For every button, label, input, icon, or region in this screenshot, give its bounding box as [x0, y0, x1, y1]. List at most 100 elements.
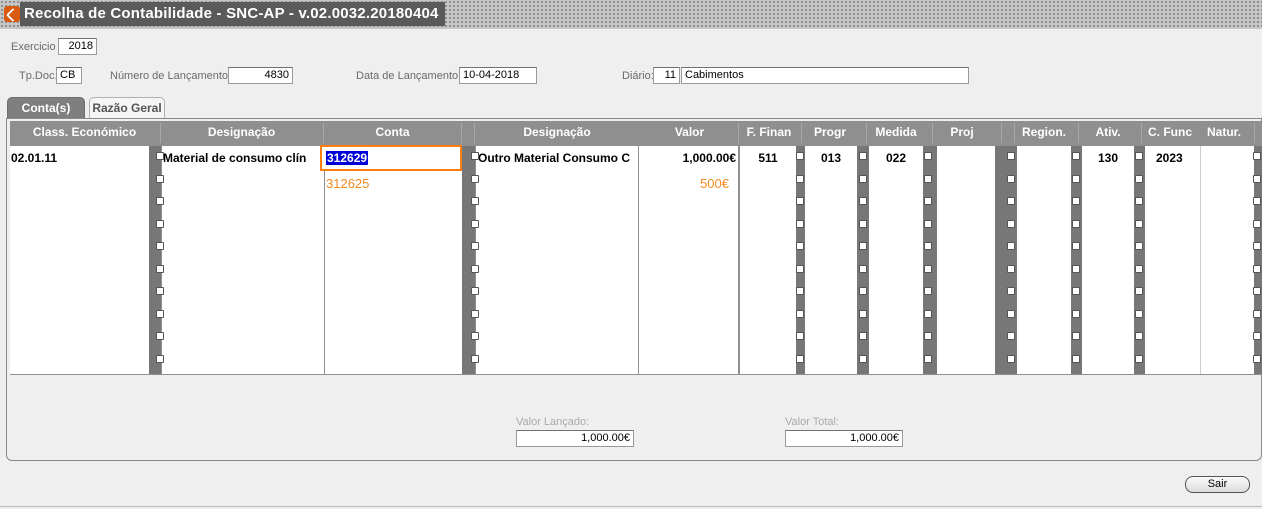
row-checkbox[interactable] [1007, 332, 1015, 340]
row-checkbox[interactable] [1253, 354, 1261, 363]
row-checkbox[interactable] [924, 219, 932, 228]
row-checkbox[interactable] [1072, 152, 1080, 160]
cell-designacao-2[interactable]: Outro Material Consumo C [478, 151, 636, 165]
diario-code-field[interactable]: 11 [653, 67, 680, 84]
row-checkbox[interactable] [924, 332, 932, 340]
row-checkbox[interactable] [796, 264, 804, 273]
row-checkbox[interactable] [1135, 219, 1143, 228]
row-checkbox[interactable] [156, 287, 164, 295]
row-checkbox[interactable] [1253, 242, 1261, 250]
row-checkbox[interactable] [1135, 264, 1143, 273]
row-checkbox[interactable] [859, 287, 867, 295]
row-checkbox[interactable] [924, 174, 932, 183]
row-checkbox[interactable] [1072, 174, 1080, 183]
row-checkbox[interactable] [471, 264, 479, 273]
row-checkbox[interactable] [156, 219, 164, 228]
row-checkbox[interactable] [859, 332, 867, 340]
cell-valor[interactable]: 1,000.00€ [641, 151, 736, 165]
row-checkbox[interactable] [471, 219, 479, 228]
row-checkbox[interactable] [1072, 242, 1080, 250]
col-designacao[interactable] [162, 146, 462, 374]
cell-designacao[interactable]: Material de consumo clín [163, 151, 321, 165]
row-checkbox[interactable] [1072, 309, 1080, 318]
row-checkbox[interactable] [471, 309, 479, 318]
row-checkbox[interactable] [796, 287, 804, 295]
col-designacao-2[interactable] [476, 146, 738, 374]
row-checkbox[interactable] [471, 152, 479, 160]
row-checkbox[interactable] [1072, 332, 1080, 340]
row-checkbox[interactable] [1072, 219, 1080, 228]
row-checkbox[interactable] [796, 332, 804, 340]
row-checkbox[interactable] [924, 197, 932, 205]
row-checkbox[interactable] [924, 309, 932, 318]
row-checkbox[interactable] [859, 264, 867, 273]
row-checkbox[interactable] [1007, 219, 1015, 228]
cell-medida[interactable]: 022 [869, 151, 923, 165]
cell-ativ[interactable]: 130 [1082, 151, 1134, 165]
row-checkbox[interactable] [1135, 287, 1143, 295]
row-checkbox[interactable] [796, 152, 804, 160]
row-checkbox[interactable] [1253, 287, 1261, 295]
row-checkbox[interactable] [796, 219, 804, 228]
row-checkbox[interactable] [156, 332, 164, 340]
row-checkbox[interactable] [796, 309, 804, 318]
row-checkbox[interactable] [1135, 152, 1143, 160]
row-checkbox[interactable] [924, 354, 932, 363]
row-checkbox[interactable] [1007, 287, 1015, 295]
conta-input-selected[interactable]: 312629 [320, 145, 462, 171]
row-checkbox[interactable] [1007, 174, 1015, 183]
row-checkbox[interactable] [1007, 197, 1015, 205]
row-checkbox[interactable] [156, 197, 164, 205]
row-checkbox[interactable] [156, 264, 164, 273]
row-checkbox[interactable] [1072, 197, 1080, 205]
row-checkbox[interactable] [1007, 354, 1015, 363]
row-checkbox[interactable] [796, 354, 804, 363]
row-checkbox[interactable] [796, 174, 804, 183]
row-checkbox[interactable] [796, 197, 804, 205]
row-checkbox[interactable] [1135, 242, 1143, 250]
row-checkbox[interactable] [1072, 354, 1080, 363]
col-proj[interactable] [937, 146, 995, 374]
row-checkbox[interactable] [156, 152, 164, 160]
row-checkbox[interactable] [1007, 152, 1015, 160]
row-checkbox[interactable] [1253, 197, 1261, 205]
data-field[interactable]: 10-04-2018 [459, 67, 537, 84]
row-checkbox[interactable] [1253, 309, 1261, 318]
row-checkbox[interactable] [471, 354, 479, 363]
cell-progr[interactable]: 013 [805, 151, 857, 165]
sair-button[interactable]: Sair [1185, 476, 1250, 493]
row-checkbox[interactable] [859, 242, 867, 250]
row-checkbox[interactable] [796, 242, 804, 250]
row-checkbox[interactable] [471, 174, 479, 183]
col-f-finan[interactable] [740, 146, 796, 374]
row-checkbox[interactable] [1135, 197, 1143, 205]
row-checkbox[interactable] [1135, 309, 1143, 318]
row-checkbox[interactable] [859, 174, 867, 183]
col-ativ[interactable] [1082, 146, 1134, 374]
tpdoc-field[interactable]: CB [56, 67, 82, 84]
row-checkbox[interactable] [156, 242, 164, 250]
row-checkbox[interactable] [1072, 264, 1080, 273]
row-checkbox[interactable] [1007, 264, 1015, 273]
row-checkbox[interactable] [1253, 152, 1261, 160]
col-region[interactable] [1017, 146, 1071, 374]
row-checkbox[interactable] [1135, 354, 1143, 363]
row-checkbox[interactable] [1253, 219, 1261, 228]
col-progr[interactable] [805, 146, 857, 374]
row-checkbox[interactable] [1135, 174, 1143, 183]
row-checkbox[interactable] [1072, 287, 1080, 295]
row-checkbox[interactable] [1253, 174, 1261, 183]
row-checkbox[interactable] [156, 309, 164, 318]
tab-contas[interactable]: Conta(s) [7, 97, 85, 118]
row-checkbox[interactable] [471, 332, 479, 340]
col-medida[interactable] [869, 146, 923, 374]
row-checkbox[interactable] [859, 309, 867, 318]
col-class-economico[interactable] [10, 146, 149, 374]
exercicio-field[interactable]: 2018 [58, 38, 97, 55]
row-checkbox[interactable] [1007, 309, 1015, 318]
tab-razao-geral[interactable]: Razão Geral [89, 97, 165, 118]
row-checkbox[interactable] [1253, 332, 1261, 340]
cell-f-finan[interactable]: 511 [740, 151, 796, 165]
row-checkbox[interactable] [471, 197, 479, 205]
row-checkbox[interactable] [924, 287, 932, 295]
